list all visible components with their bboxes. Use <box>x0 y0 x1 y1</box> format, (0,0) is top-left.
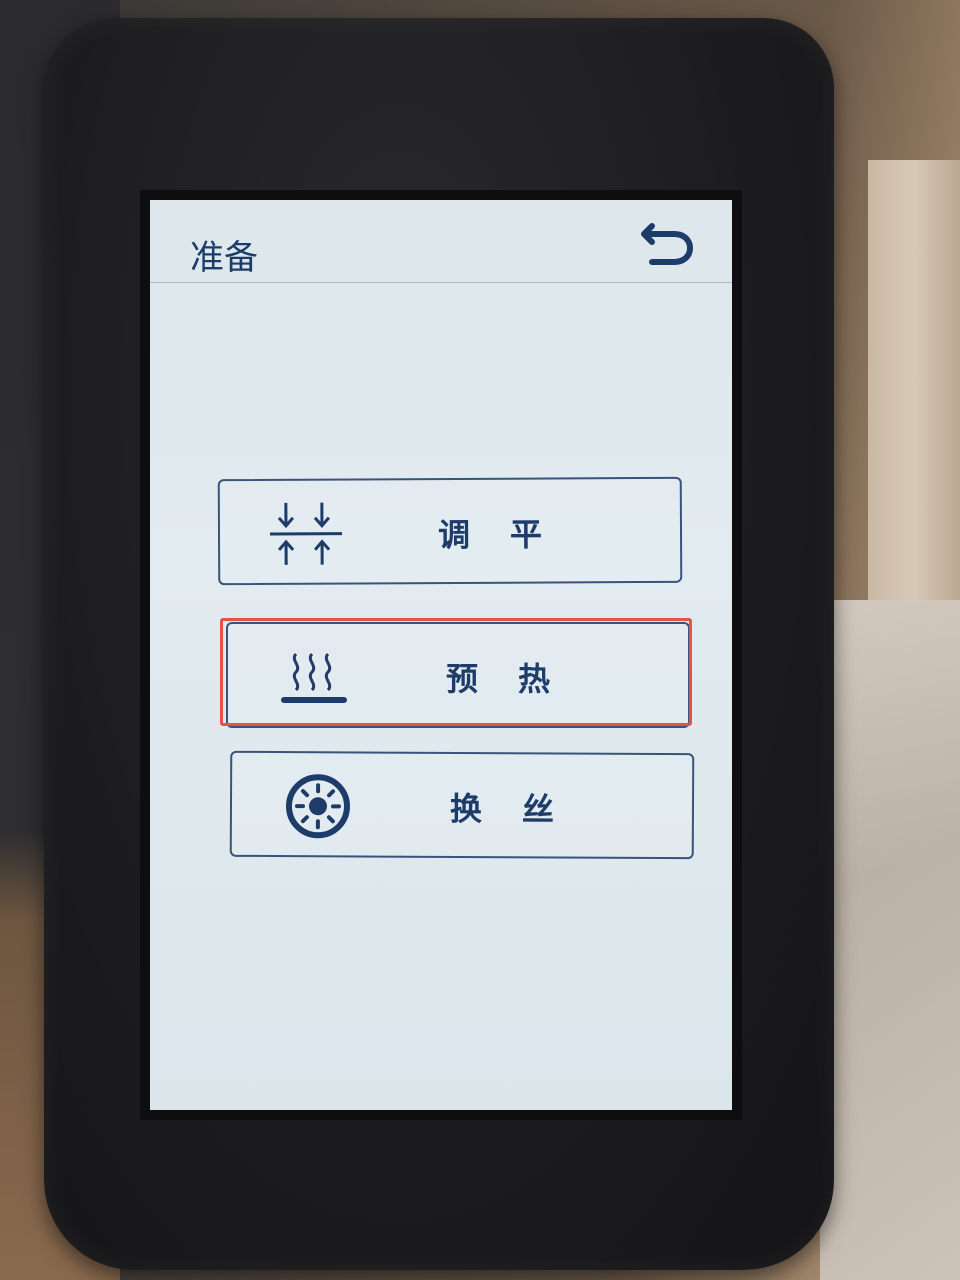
level-label: 调平 <box>437 515 583 555</box>
page-title: 准备 <box>190 238 258 278</box>
heat-waves-icon <box>281 652 347 703</box>
level-button[interactable]: 调平 <box>217 476 683 586</box>
background-ruler <box>868 160 960 600</box>
preheat-label: 预热 <box>445 660 590 698</box>
filament-button[interactable]: 换丝 <box>229 750 695 860</box>
background-paper <box>820 600 960 1280</box>
header-bar: 准备 <box>150 200 732 283</box>
level-arrows-icon <box>270 502 343 565</box>
filament-label: 换丝 <box>449 789 595 829</box>
filament-spool-icon <box>285 774 350 839</box>
preheat-button[interactable]: 预热 <box>226 622 690 728</box>
back-button[interactable] <box>638 212 698 272</box>
back-arrow-icon <box>641 223 694 265</box>
